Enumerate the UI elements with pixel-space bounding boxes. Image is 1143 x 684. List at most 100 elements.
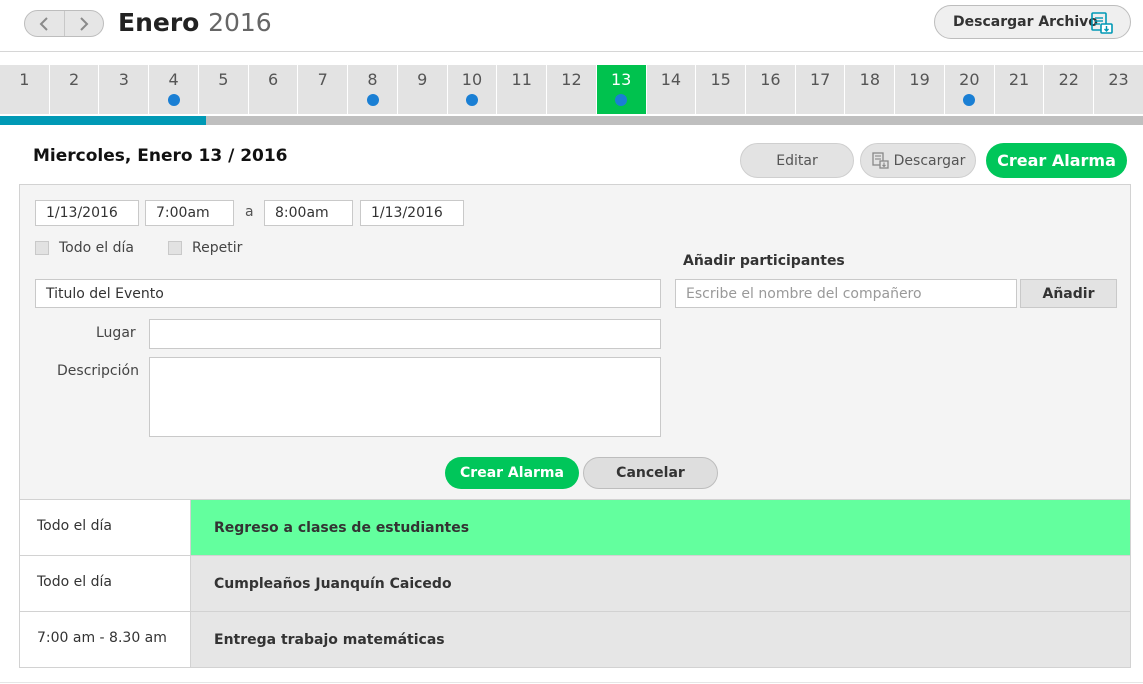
form-create-alarm-button[interactable]: Crear Alarma — [445, 457, 579, 489]
day-cell[interactable]: 21 — [995, 65, 1045, 114]
day-number: 17 — [809, 70, 831, 89]
day-number: 2 — [69, 70, 80, 89]
download-archive-button[interactable]: Descargar Archivo — [934, 5, 1131, 39]
event-title: Entrega trabajo matemáticas — [191, 612, 1130, 667]
day-number: 22 — [1058, 70, 1079, 89]
participant-search-input[interactable]: Escribe el nombre del compañero — [675, 279, 1017, 308]
day-cell[interactable]: 7 — [298, 65, 349, 114]
edit-button[interactable]: Editar — [740, 143, 854, 178]
day-cell[interactable]: 22 — [1044, 65, 1095, 114]
day-number: 23 — [1108, 70, 1129, 89]
place-input[interactable] — [149, 319, 661, 349]
day-number: 8 — [367, 70, 378, 89]
day-number: 18 — [859, 70, 881, 89]
day-cell[interactable]: 11 — [497, 65, 548, 114]
prev-month-button[interactable] — [25, 11, 64, 36]
event-time: 7:00 am - 8.30 am — [20, 612, 191, 667]
day-cell[interactable]: 13 — [596, 65, 647, 114]
event-form: 1/13/2016 7:00am a 8:00am 1/13/2016 Todo… — [19, 184, 1131, 500]
download-button[interactable]: Descargar — [860, 143, 976, 178]
day-cell[interactable]: 2 — [50, 65, 100, 114]
end-date-value: 1/13/2016 — [371, 205, 443, 221]
day-cell[interactable]: 4 — [149, 65, 199, 114]
day-number: 20 — [959, 70, 980, 89]
day-number: 14 — [660, 70, 682, 89]
event-title-input[interactable]: Titulo del Evento — [35, 279, 661, 308]
event-time: Todo el día — [20, 556, 191, 611]
selected-date-heading: Miercoles, Enero 13 / 2016 — [33, 146, 288, 166]
all-day-checkbox[interactable] — [35, 241, 49, 255]
all-day-label: Todo el día — [59, 240, 134, 256]
day-number: 5 — [218, 70, 229, 89]
day-cell[interactable]: 20 — [945, 65, 995, 114]
day-number: 4 — [168, 70, 179, 89]
day-cell[interactable]: 18 — [845, 65, 896, 114]
day-cell[interactable]: 23 — [1094, 65, 1143, 114]
day-cell[interactable]: 8 — [348, 65, 398, 114]
event-time: Todo el día — [20, 500, 191, 555]
day-number: 19 — [909, 70, 930, 89]
chevron-right-icon — [80, 16, 89, 31]
place-label: Lugar — [96, 325, 136, 341]
repeat-checkbox[interactable] — [168, 241, 182, 255]
create-alarm-button-label: Crear Alarma — [997, 151, 1116, 170]
description-label: Descripción — [57, 363, 139, 379]
month-nav — [24, 10, 104, 37]
edit-button-label: Editar — [776, 152, 818, 169]
event-indicator-dot — [963, 94, 976, 106]
day-cell[interactable]: 16 — [746, 65, 796, 114]
document-download-icon — [871, 152, 889, 169]
day-cell[interactable]: 1 — [0, 65, 50, 114]
end-time-input[interactable]: 8:00am — [264, 200, 353, 226]
day-cell[interactable]: 10 — [448, 65, 498, 114]
event-indicator-dot — [465, 94, 478, 106]
event-row[interactable]: 7:00 am - 8.30 am Entrega trabajo matemát… — [19, 612, 1131, 668]
day-number: 3 — [118, 70, 129, 89]
day-cell[interactable]: 15 — [696, 65, 747, 114]
day-cell[interactable]: 17 — [796, 65, 846, 114]
day-number: 12 — [561, 70, 582, 89]
day-number: 1 — [19, 70, 30, 89]
event-title: Regreso a clases de estudiantes — [191, 500, 1130, 555]
header: Enero 2016 Descargar Archivo — [0, 0, 1143, 52]
month-name: Enero — [118, 8, 200, 37]
start-date-input[interactable]: 1/13/2016 — [35, 200, 139, 226]
repeat-label: Repetir — [192, 240, 243, 256]
day-cell[interactable]: 3 — [99, 65, 150, 114]
event-title-value: Titulo del Evento — [46, 285, 164, 302]
add-participant-button[interactable]: Añadir — [1020, 279, 1117, 308]
day-cell[interactable]: 6 — [249, 65, 299, 114]
events-list: Todo el día Regreso a clases de estudiant… — [19, 500, 1131, 668]
download-button-label: Descargar — [893, 152, 966, 169]
month-title: Enero 2016 — [118, 8, 272, 37]
cancel-button[interactable]: Cancelar — [583, 457, 718, 489]
month-progress-bar — [0, 116, 1143, 125]
start-time-value: 7:00am — [156, 205, 210, 221]
form-create-alarm-label: Crear Alarma — [460, 465, 564, 481]
day-cell[interactable]: 5 — [199, 65, 249, 114]
divider — [0, 682, 1143, 683]
day-number: 13 — [611, 70, 632, 89]
event-row[interactable]: Todo el día Regreso a clases de estudiant… — [19, 500, 1131, 556]
event-indicator-dot — [615, 94, 628, 106]
start-time-input[interactable]: 7:00am — [145, 200, 234, 226]
day-number: 15 — [710, 70, 731, 89]
end-time-value: 8:00am — [275, 205, 329, 221]
participants-heading: Añadir participantes — [683, 253, 845, 269]
day-number: 6 — [267, 70, 279, 89]
time-range-separator: a — [245, 204, 254, 220]
description-textarea[interactable] — [149, 357, 661, 437]
day-number: 11 — [511, 70, 532, 89]
day-cell[interactable]: 14 — [647, 65, 697, 114]
day-cell[interactable]: 12 — [547, 65, 597, 114]
event-indicator-dot — [167, 94, 180, 106]
next-month-button[interactable] — [63, 11, 104, 36]
event-row[interactable]: Todo el día Cumpleaños Juanquín Caicedo — [19, 556, 1131, 612]
download-archive-label: Descargar Archivo — [953, 14, 1098, 30]
month-progress-fill — [0, 116, 206, 125]
day-cell[interactable]: 9 — [398, 65, 448, 114]
participant-search-placeholder: Escribe el nombre del compañero — [686, 285, 922, 302]
day-cell[interactable]: 19 — [895, 65, 945, 114]
end-date-input[interactable]: 1/13/2016 — [360, 200, 464, 226]
create-alarm-button[interactable]: Crear Alarma — [986, 143, 1127, 178]
